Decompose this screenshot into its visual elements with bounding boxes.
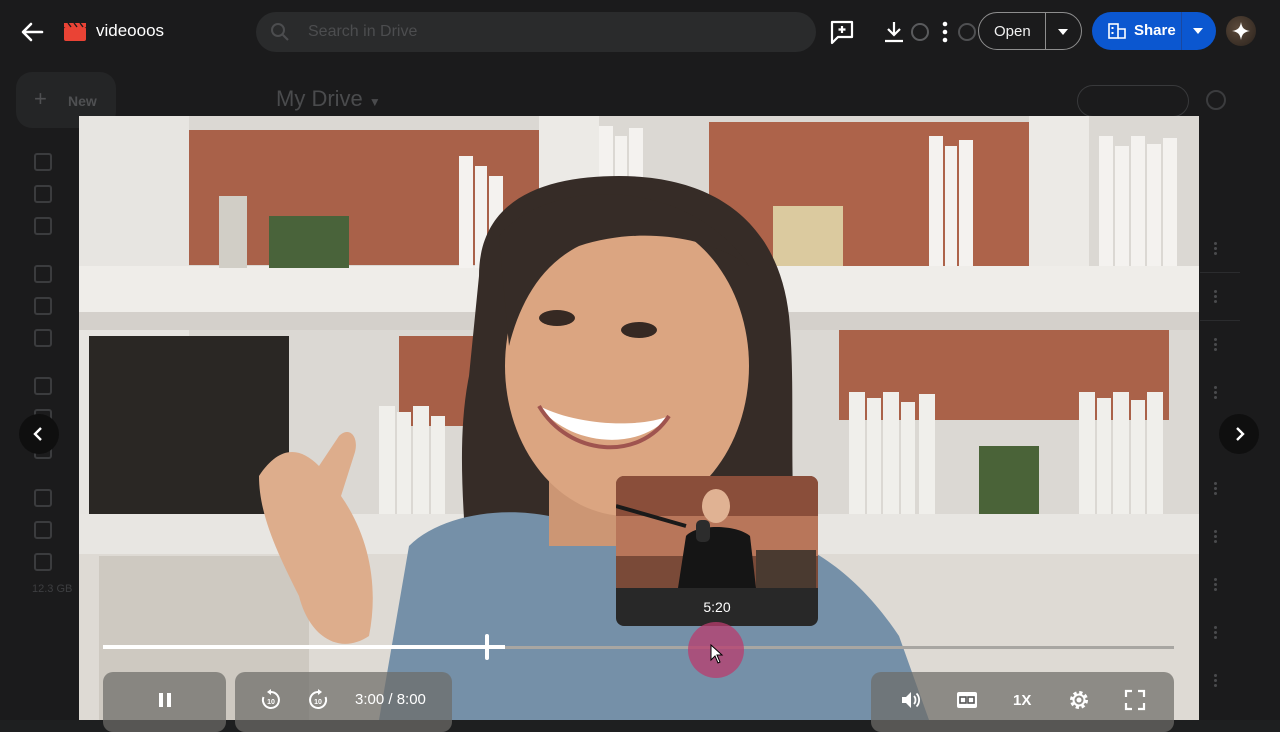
trash-icon <box>34 521 52 539</box>
row-divider <box>1200 320 1240 321</box>
seek-bar-played <box>103 645 505 649</box>
more-vert-icon <box>1214 528 1218 545</box>
shared-drives-icon <box>34 297 52 315</box>
settings-controls: 1X <box>871 672 1174 732</box>
preview-time: 5:20 <box>703 599 731 615</box>
storage-usage: 12.3 GB <box>32 583 73 595</box>
drive-search-bar[interactable]: Search in Drive <box>256 12 816 52</box>
workspaces-icon <box>34 217 52 235</box>
download-icon[interactable] <box>880 18 908 46</box>
volume-icon[interactable] <box>900 689 922 711</box>
previous-file-button[interactable] <box>19 414 59 454</box>
avatar[interactable] <box>1226 16 1256 46</box>
home-icon <box>34 153 52 171</box>
more-vert-icon <box>1214 288 1218 305</box>
storage-icon <box>34 553 52 571</box>
caret-down-icon[interactable] <box>1057 28 1069 36</box>
file-title: videooos <box>96 21 165 40</box>
new-button-label: New <box>68 93 97 109</box>
share-button[interactable]: Share <box>1092 12 1216 50</box>
more-vert-icon <box>1214 624 1218 641</box>
more-vert-icon <box>1214 240 1218 257</box>
caret-down-icon: ▼ <box>368 95 381 109</box>
next-file-button[interactable] <box>1219 414 1259 454</box>
mouse-cursor-icon <box>710 644 724 664</box>
computers-icon <box>34 329 52 347</box>
pause-icon[interactable] <box>157 692 173 708</box>
chevron-left-icon <box>33 427 42 441</box>
rewind-10-icon[interactable]: 10 <box>259 688 283 712</box>
info-icon[interactable] <box>1206 90 1226 110</box>
search-placeholder: Search in Drive <box>308 23 418 40</box>
svg-text:10: 10 <box>267 699 275 706</box>
video-player[interactable] <box>79 116 1199 720</box>
help-icon <box>958 23 976 41</box>
forward-10-icon[interactable]: 10 <box>306 688 330 712</box>
sparkle-icon <box>1232 22 1250 40</box>
chevron-right-icon <box>1236 427 1245 441</box>
scrub-preview: 5:20 <box>616 476 818 626</box>
activity-icon <box>34 185 52 203</box>
search-icon <box>271 23 289 41</box>
my-drive-icon <box>34 265 52 283</box>
view-toggle[interactable] <box>1077 85 1189 117</box>
more-vert-icon <box>1214 336 1218 353</box>
fullscreen-icon[interactable] <box>1124 689 1146 711</box>
arrow-left-icon[interactable] <box>18 19 46 45</box>
more-vert-icon <box>1214 384 1218 401</box>
more-vert-icon <box>1214 576 1218 593</box>
add-comment-icon[interactable] <box>828 18 856 46</box>
caret-down-icon[interactable] <box>1192 27 1204 35</box>
more-vert-icon <box>1214 480 1218 497</box>
playback-speed-button[interactable]: 1X <box>1013 692 1031 709</box>
shared-icon <box>34 377 52 395</box>
my-drive-label: My Drive <box>276 86 363 111</box>
time-display: 3:00 / 8:00 <box>355 691 426 708</box>
share-button-label: Share <box>1134 22 1176 39</box>
page-title: My Drive ▼ <box>276 86 381 112</box>
seek-controls: 10 10 3:00 / 8:00 <box>235 672 452 732</box>
open-button-label: Open <box>994 23 1031 40</box>
open-with-button[interactable]: Open <box>978 12 1082 50</box>
share-people-icon <box>1108 23 1126 39</box>
clapperboard-icon <box>64 22 86 41</box>
plus-icon: + <box>34 86 47 111</box>
share-button-divider <box>1181 12 1182 50</box>
seek-handle[interactable] <box>485 634 489 660</box>
row-divider <box>1200 272 1240 273</box>
offline-check-icon <box>911 23 929 41</box>
play-controls <box>103 672 226 732</box>
spam-icon <box>34 489 52 507</box>
more-vert-icon <box>1214 672 1218 689</box>
video-frame <box>79 116 1199 720</box>
open-button-divider <box>1045 13 1046 49</box>
preview-thumbnail <box>616 476 818 588</box>
svg-text:10: 10 <box>314 699 322 706</box>
closed-captions-icon[interactable] <box>956 690 978 710</box>
gear-icon[interactable] <box>1067 688 1091 712</box>
